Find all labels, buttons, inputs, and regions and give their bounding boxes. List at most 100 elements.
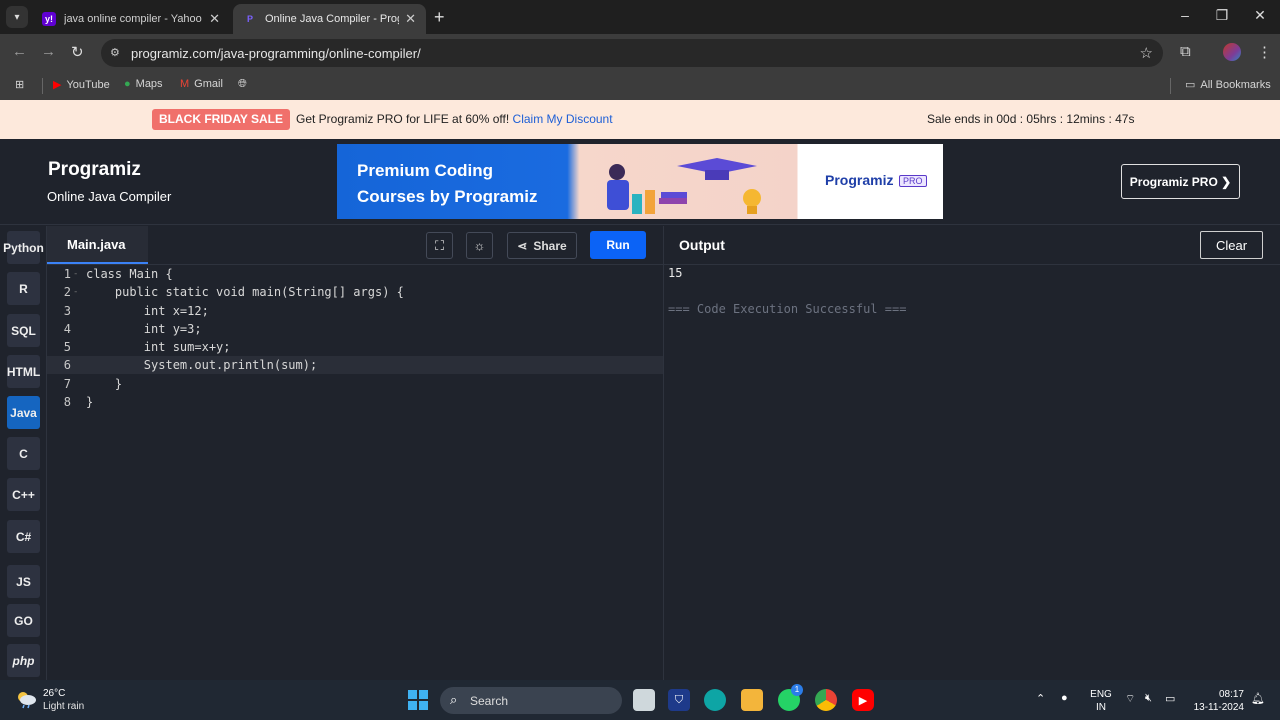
theme-toggle-icon[interactable]: ☼ [466,232,493,259]
code-line: 1 - class Main { [47,265,663,283]
java-icon[interactable]: Java [7,396,40,429]
window-close-icon[interactable]: ✕ [1250,7,1270,24]
cpp-language-icon[interactable]: C++ [7,478,40,511]
url-text[interactable]: programiz.com/java-programming/online-co… [131,46,421,61]
output-title: Output [679,237,725,253]
fullscreen-icon[interactable]: ⛶ [426,232,453,259]
programiz-logo[interactable]: Programiz [48,159,141,181]
c-language-icon[interactable]: C [7,437,40,470]
php-icon[interactable]: php [7,644,40,677]
r-language-icon[interactable]: R [7,272,40,305]
ad-banner[interactable]: Premium Coding Courses by Programiz Prog… [337,144,943,219]
python-icon[interactable]: Python [3,231,44,264]
maps-pin-icon: ● [124,78,131,90]
address-bar[interactable]: ⚙ programiz.com/java-programming/online-… [101,39,1163,67]
youtube-app-icon[interactable]: ▶ [852,689,874,711]
code-line: 7 } [47,375,663,393]
address-bar-row: ← → ↻ ⚙ programiz.com/java-programming/o… [0,34,1280,72]
line-number: 6 [63,358,71,372]
bookmark-star-icon[interactable]: ☆ [1140,44,1153,62]
tab-programiz[interactable]: P Online Java Compiler - Programiz ✕ [233,4,426,34]
system-clock[interactable]: 08:17 13-11-2024 [1186,688,1244,714]
clear-button[interactable]: Clear [1200,231,1263,259]
menu-kebab-icon[interactable]: ⋮ [1257,43,1272,61]
code-text: } [86,377,123,391]
line-number: 1 [63,267,71,281]
task-view-icon[interactable] [633,689,655,711]
code-text: int sum=x+y; [86,340,231,354]
store-icon[interactable]: ⛉ [668,689,690,711]
line-number: 3 [63,304,71,318]
taskbar-search[interactable]: ⌕ Search [440,687,622,714]
maximize-icon[interactable]: ❐ [1212,7,1232,24]
code-line: 4 int y=3; [47,320,663,338]
notification-bell-icon[interactable]: 🔔︎ [1251,692,1265,705]
code-text: class Main { [86,267,173,281]
bookmark-maps[interactable]: ● Maps [124,78,163,90]
tab-title: Online Java Compiler - Programiz [265,13,399,25]
all-bookmarks[interactable]: ▭ All Bookmarks [1185,78,1271,92]
close-icon[interactable]: ✕ [405,11,416,27]
tab-title: java online compiler - Yahoo Inc [64,13,203,25]
code-text: System.out.println(sum); [86,358,318,372]
chrome-icon[interactable] [815,689,837,711]
sale-banner: BLACK FRIDAY SALE Get Programiz PRO for … [0,100,1280,139]
weather-rain-icon [18,692,36,709]
ad-illustration-icon [607,158,761,214]
ad-pro-badge: PRO [899,175,927,187]
forward-icon[interactable]: → [41,43,56,60]
bookmark-youtube[interactable]: ▶ YouTube [53,78,110,92]
code-editor[interactable]: 1 - class Main { 2 - public static void … [47,265,663,680]
globe-icon[interactable]: 🌐︎ [238,78,247,91]
clock-time: 08:17 [1218,689,1244,700]
battery-icon[interactable]: ▭ [1165,692,1175,705]
run-button[interactable]: Run [590,231,646,259]
editor-toolbar: Main.java ⛶ ☼ ⋖ Share Run [47,226,663,265]
close-icon[interactable]: ✕ [209,11,220,27]
extensions-icon[interactable]: ⧉ [1180,43,1191,60]
volume-muted-icon[interactable]: 🔇︎ [1145,692,1152,705]
minimize-icon[interactable]: – [1175,7,1195,23]
weather-temperature[interactable]: 26°C [43,688,65,699]
site-info-icon[interactable]: ⚙ [110,46,120,59]
show-hidden-icons-icon[interactable]: ⌃ [1036,692,1045,705]
sale-text: Get Programiz PRO for LIFE at 60% off! C… [296,112,613,126]
javascript-icon[interactable]: JS [7,565,40,598]
share-button[interactable]: ⋖ Share [507,232,577,259]
fold-icon[interactable]: - [73,283,78,301]
back-icon[interactable]: ← [12,43,27,60]
go-language-icon[interactable]: GO [7,604,40,637]
csharp-language-icon[interactable]: C# [7,520,40,553]
tab-search-button[interactable]: ▾ [6,6,28,28]
fold-icon[interactable]: - [73,265,78,283]
antivirus-tray-icon[interactable]: ● [1061,692,1068,704]
programiz-pro-button[interactable]: Programiz PRO ❯ [1121,164,1240,199]
line-number: 5 [63,340,71,354]
whatsapp-icon[interactable]: 1 [778,684,803,711]
output-line: 15 [668,266,683,280]
wifi-icon[interactable]: ⌔ [1125,692,1135,706]
bookmark-label: YouTube [66,78,110,91]
code-line: 5 int sum=x+y; [47,338,663,356]
html5-icon[interactable]: HTML [7,355,40,388]
yahoo-favicon-icon: y! [42,12,56,26]
divider [42,78,43,94]
windows-start-icon[interactable] [408,690,428,710]
tab-yahoo[interactable]: y! java online compiler - Yahoo Inc ✕ [32,4,230,34]
windows-taskbar: 26°C Light rain ⌕ Search ⛉ 1 ▶ ⌃ ● ENG I… [0,680,1280,720]
claim-discount-link[interactable]: Claim My Discount [513,112,613,126]
file-tab-main-java[interactable]: Main.java [47,226,148,264]
input-language-indicator[interactable]: ENG IN [1090,688,1112,714]
output-toolbar: Output Clear [663,226,1280,265]
sql-database-icon[interactable]: SQL [7,314,40,347]
bookmark-gmail[interactable]: M Gmail [180,78,223,90]
edge-browser-icon[interactable] [704,689,726,711]
profile-avatar[interactable] [1223,43,1241,61]
code-text: int y=3; [86,322,202,336]
reload-icon[interactable]: ↻ [71,43,84,61]
apps-grid-icon[interactable]: ⊞ [15,78,24,91]
weather-description[interactable]: Light rain [43,701,84,712]
file-explorer-icon[interactable] [741,689,763,711]
new-tab-icon[interactable]: + [434,7,445,28]
output-panel: 15 === Code Execution Successful === [663,265,1280,680]
